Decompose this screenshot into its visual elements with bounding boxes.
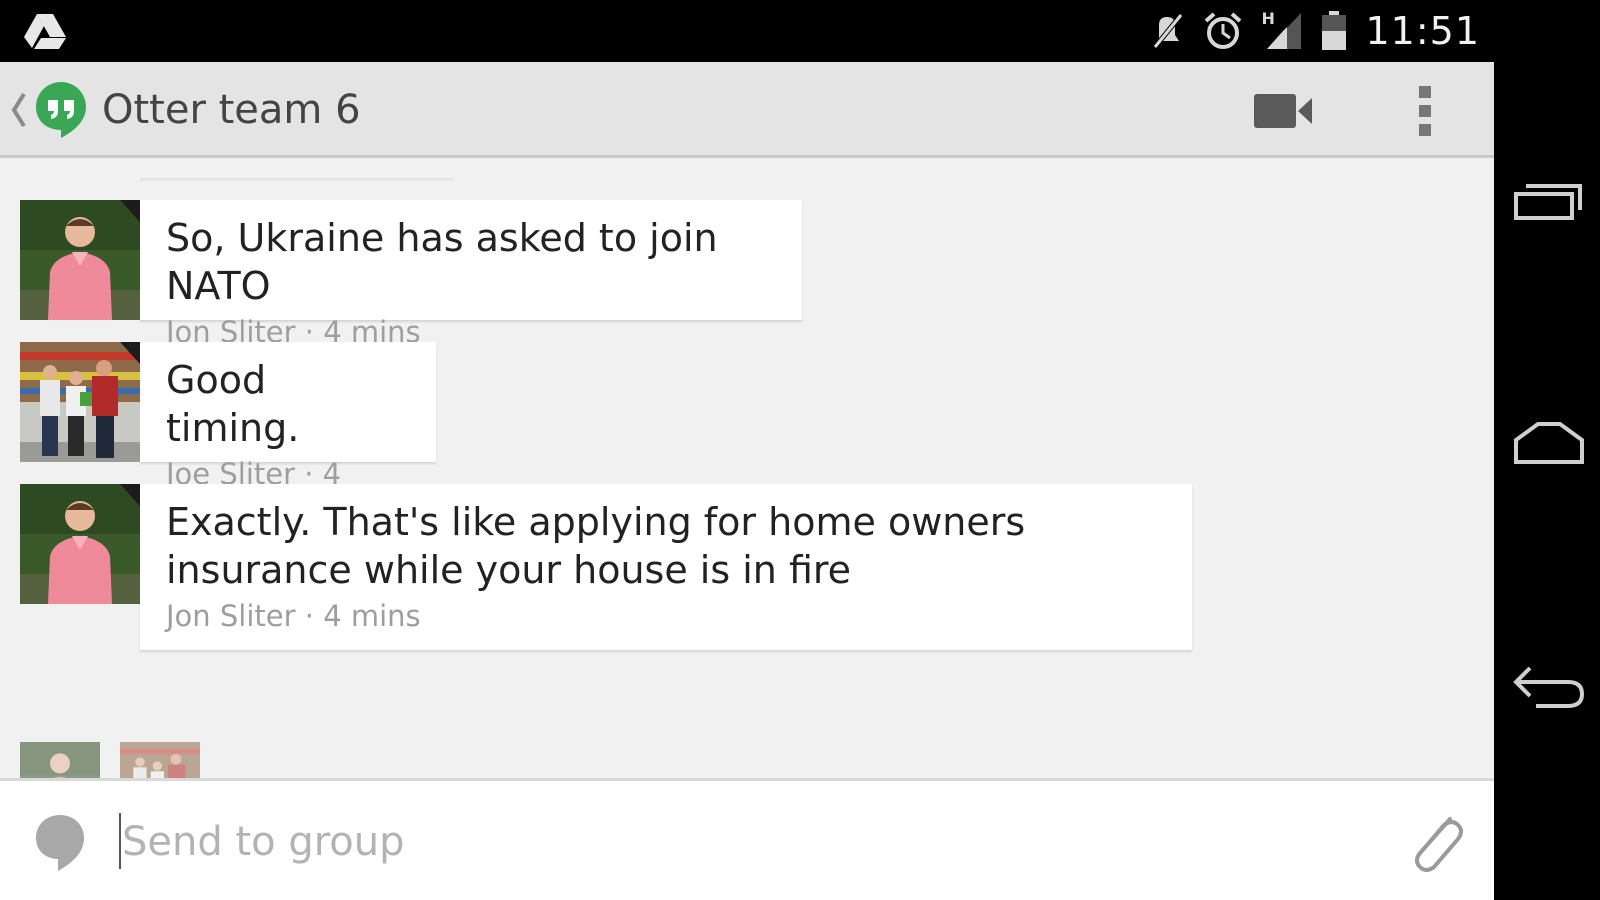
message-bubble: So, Ukraine has asked to join NATO Jon S…	[140, 200, 802, 349]
action-bar: Otter team 6	[0, 62, 1494, 158]
chat-bubble-icon	[36, 815, 84, 871]
mute-icon	[1153, 13, 1184, 49]
message-bubble: Good timing. Joe Sliter · 4 mins	[140, 342, 436, 531]
recent-apps-icon[interactable]	[1512, 176, 1586, 226]
google-drive-icon	[24, 14, 66, 49]
home-icon[interactable]	[1512, 418, 1586, 468]
avatar-jon[interactable]	[20, 200, 140, 320]
avatar-joe[interactable]	[20, 342, 140, 462]
message-item[interactable]: So, Ukraine has asked to join NATO Jon S…	[20, 200, 802, 349]
alarm-icon	[1205, 12, 1242, 49]
compose-bar	[0, 778, 1494, 900]
message-meta: Jon Sliter · 4 mins	[166, 599, 421, 633]
message-text: Exactly. That's like applying for home o…	[166, 500, 1026, 592]
hangouts-icon[interactable]	[34, 80, 88, 140]
message-text: So, Ukraine has asked to join NATO	[166, 216, 718, 308]
signal-indicator: H	[1261, 9, 1303, 51]
message-text: Good timing.	[166, 358, 300, 450]
conversation-title: Otter team 6	[102, 87, 361, 133]
message-list[interactable]: So, Ukraine has asked to join NATO Jon S…	[0, 158, 1494, 822]
signal-icon	[1267, 13, 1302, 49]
message-input[interactable]	[120, 805, 1324, 879]
hangouts-conversation: Otter team 6 So, Ukraine has asked to jo…	[0, 62, 1494, 900]
message-item[interactable]: Good timing. Joe Sliter · 4 mins	[20, 342, 436, 531]
list-divider	[140, 178, 454, 181]
status-bar: H 11:51	[0, 0, 1494, 62]
avatar-jon[interactable]	[20, 484, 140, 604]
battery-icon	[1322, 11, 1347, 50]
message-item[interactable]: Exactly. That's like applying for home o…	[20, 484, 1192, 650]
message-bubble: Exactly. That's like applying for home o…	[140, 484, 1192, 650]
navigation-bar	[1494, 0, 1600, 900]
status-clock: 11:51	[1365, 9, 1480, 53]
video-call-icon[interactable]	[1248, 86, 1318, 134]
back-chevron-icon[interactable]	[10, 92, 28, 128]
back-icon[interactable]	[1512, 664, 1586, 714]
overflow-menu-icon[interactable]	[1410, 82, 1440, 140]
attach-icon[interactable]	[1406, 809, 1464, 875]
